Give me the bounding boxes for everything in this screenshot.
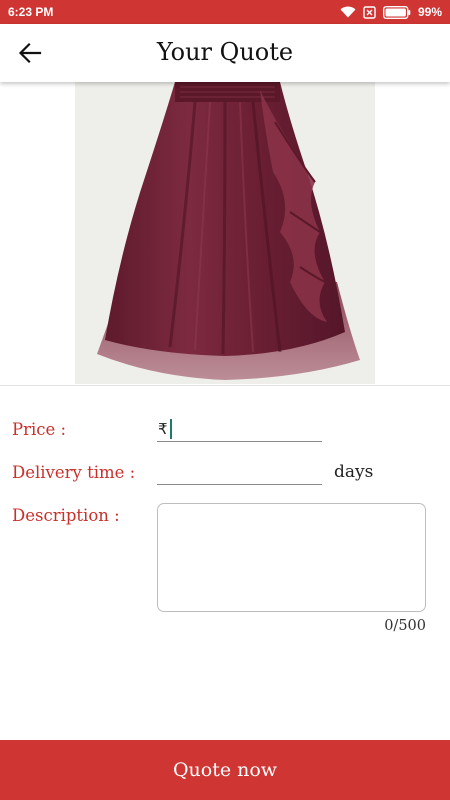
description-label: Description : <box>12 506 120 525</box>
page-title: Your Quote <box>156 38 294 66</box>
rupee-symbol: ₹ <box>158 419 168 438</box>
app-bar: Your Quote <box>0 24 450 82</box>
battery-icon <box>382 5 411 19</box>
status-time: 6:23 PM <box>8 5 54 19</box>
status-bar: 6:23 PM 99% <box>0 0 450 24</box>
days-unit-label: days <box>334 462 374 482</box>
delivery-time-input[interactable] <box>157 458 322 485</box>
status-icons: 99% <box>340 5 442 19</box>
price-input[interactable]: ₹ <box>157 416 322 442</box>
description-textarea[interactable] <box>157 503 426 612</box>
image-divider <box>0 385 450 386</box>
wifi-icon <box>340 6 356 18</box>
delivery-time-label: Delivery time : <box>12 463 136 482</box>
battery-percent: 99% <box>417 5 442 19</box>
product-image <box>75 82 375 384</box>
description-char-counter: 0/500 <box>384 618 426 634</box>
no-sim-icon <box>363 5 376 19</box>
price-label: Price : <box>12 420 67 439</box>
text-cursor <box>169 418 172 439</box>
quote-now-button[interactable]: Quote now <box>0 740 450 800</box>
